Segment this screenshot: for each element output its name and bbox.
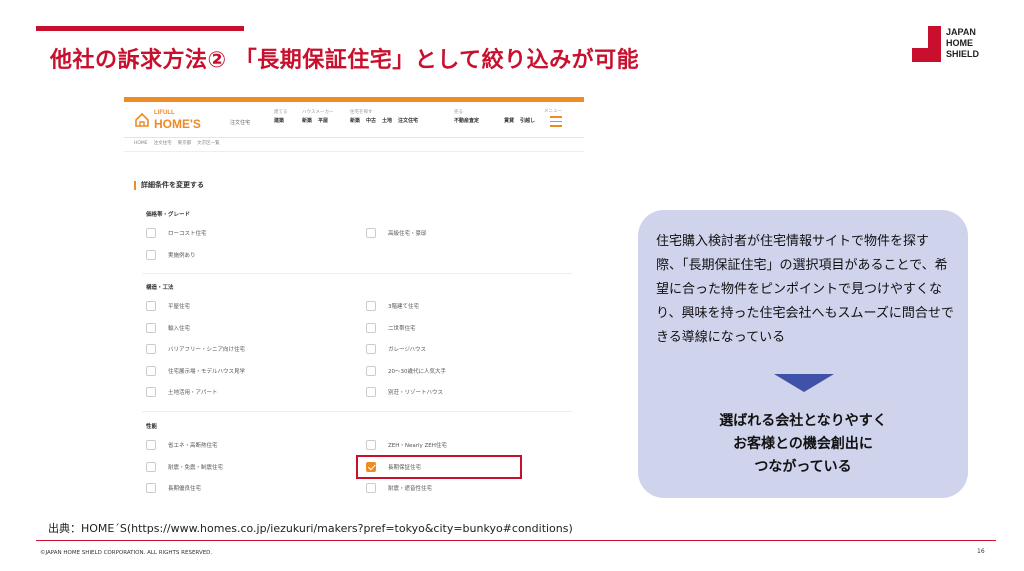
checkbox-icon[interactable] (366, 387, 376, 397)
nav-link[interactable]: 新築 (350, 118, 360, 124)
group-divider (142, 410, 572, 412)
checkbox-icon[interactable] (146, 440, 156, 450)
filter-option-label: 平屋住宅 (168, 304, 191, 310)
breadcrumb-item[interactable]: 注文住宅 (154, 141, 172, 146)
japan-home-shield-logo: JAPAN HOME SHIELD (912, 26, 996, 66)
checkbox-icon[interactable] (146, 249, 156, 260)
brand-tag: 注文住宅 (230, 120, 251, 126)
filter-option-label: 耐震・遮音性住宅 (388, 486, 433, 492)
nav-link[interactable]: 平屋 (318, 118, 328, 124)
checkbox-icon[interactable] (366, 440, 376, 450)
nav-group: 売る 不動産査定 (454, 109, 485, 124)
filter-option-label: 輸入住宅 (168, 325, 191, 332)
filter-option-label: 省エネ・高断熱住宅 (168, 443, 218, 449)
callout-text: 住宅購入検討者が住宅情報サイトで物件を探す際、「長期保証住宅」の選択項目があるこ… (656, 234, 954, 345)
filter-group-heading: 構造・工法 (146, 285, 174, 291)
nav-link[interactable]: 賃貸 (504, 118, 514, 124)
checkbox-icon[interactable] (366, 301, 376, 311)
checkbox-icon[interactable] (146, 365, 156, 376)
filter-group-heading: 価格帯・グレード (146, 212, 191, 218)
breadcrumb-item[interactable]: 東京都 (178, 141, 192, 146)
nav-group: 賃貸 引越し (504, 109, 541, 124)
checkbox-icon[interactable] (366, 228, 376, 238)
explanation-callout: 住宅購入検討者が住宅情報サイトで物件を探す際、「長期保証住宅」の選択項目があるこ… (638, 210, 968, 498)
breadcrumb-divider (124, 151, 584, 152)
filter-option-label: 長期優良住宅 (168, 486, 202, 492)
nav-caption: 住宅を探す (350, 110, 373, 115)
filter-option-label: 二世帯住宅 (388, 325, 416, 332)
nav-link[interactable]: 新築 (302, 118, 312, 124)
checkbox-icon[interactable] (366, 344, 376, 354)
nav-link[interactable]: 土地 (382, 118, 392, 124)
nav-link[interactable]: 建築 (274, 118, 284, 124)
checkbox-icon[interactable] (146, 301, 156, 311)
filter-option-label: 20～30歳代に人気大手 (388, 368, 446, 375)
footer-divider (36, 540, 996, 541)
nav-link[interactable]: 注文住宅 (398, 118, 418, 124)
logo-text: JAPAN HOME SHIELD (946, 27, 979, 60)
hamburger-menu-icon[interactable] (550, 116, 562, 128)
breadcrumb-item[interactable]: 文京区一覧 (197, 141, 220, 146)
callout-result: 選ばれる会社となりやすく お客様との機会創出に つながっている (638, 410, 968, 479)
checkbox-icon[interactable] (146, 228, 156, 238)
long-term-warranty-highlight (356, 455, 522, 479)
brand-small: LIFULL (154, 110, 175, 116)
logo-line-1: JAPAN (946, 27, 976, 37)
result-line-3: つながっている (754, 459, 852, 475)
nav-group: 住宅を探す新築 中古 土地 注文住宅 (350, 109, 424, 124)
source-citation: 出典：HOME´S(https://www.homes.co.jp/iezuku… (48, 522, 573, 535)
filter-option-label: 耐震・免震・制震住宅 (168, 464, 224, 471)
brand-big: HOME'S (154, 117, 201, 131)
breadcrumb: HOME 注文住宅 東京都 文京区一覧 (134, 140, 226, 146)
nav-caption: 売る (454, 110, 463, 115)
filter-option-label: 3階建て住宅 (388, 304, 419, 310)
filter-option-label: 土地活用・アパート (168, 390, 218, 396)
logo-line-2: HOME (946, 38, 973, 48)
logo-mark-icon (912, 26, 942, 62)
nav-group: 建てる 建築 (274, 109, 290, 124)
slide-title: 他社の訴求方法② 「長期保証住宅」として絞り込みが可能 (50, 48, 640, 73)
nav-link[interactable]: 引越し (520, 118, 535, 124)
checkbox-icon[interactable] (146, 322, 156, 333)
page-number: 16 (977, 548, 985, 555)
filter-option-label: ガレージハウス (388, 347, 427, 353)
nav-link[interactable]: 不動産査定 (454, 118, 479, 124)
site-header: LIFULL HOME'S 注文住宅 建てる 建築 ハウスメーカー 新築 平屋 住宅を探す… (124, 102, 584, 138)
nav-link[interactable]: 中古 (366, 118, 376, 124)
filter-option-label: ローコスト住宅 (168, 231, 207, 237)
filter-option-label: 実施例あり (168, 252, 196, 259)
checkbox-icon[interactable] (366, 483, 376, 493)
checkbox-icon[interactable] (366, 365, 376, 376)
filter-option-label: バリアフリー・シニア向け住宅 (168, 347, 246, 353)
title-accent-bar (36, 26, 244, 31)
breadcrumb-item[interactable]: HOME (134, 141, 148, 146)
result-line-1: 選ばれる会社となりやすく (719, 413, 887, 429)
checkbox-icon[interactable] (146, 483, 156, 493)
house-icon (135, 112, 149, 127)
logo-line-3: SHIELD (946, 49, 980, 59)
filter-option-label: ZEH・Nearly ZEH住宅 (388, 443, 447, 449)
checkbox-icon[interactable] (366, 322, 376, 333)
filter-group-heading: 性能 (146, 424, 158, 430)
filter-option-label: 別荘・リゾートハウス (388, 390, 444, 396)
down-arrow-icon (774, 374, 834, 392)
filter-option-label: 高級住宅・豪邸 (388, 231, 427, 237)
copyright: ©JAPAN HOME SHIELD CORPORATION. ALL RIGH… (40, 550, 213, 556)
nav-group: ハウスメーカー 新築 平屋 (302, 109, 334, 124)
menu-caption: メニュー (544, 109, 562, 114)
group-divider (142, 273, 572, 274)
nav-caption: ハウスメーカー (302, 110, 334, 115)
checkbox-icon[interactable] (146, 461, 156, 472)
homes-site-screenshot: LIFULL HOME'S 注文住宅 建てる 建築 ハウスメーカー 新築 平屋 住宅を探す… (124, 97, 584, 507)
checkbox-icon[interactable] (146, 387, 156, 397)
filter-option-label: 住宅展示場・モデルハウス見学 (168, 368, 246, 375)
nav-caption (504, 109, 541, 117)
nav-caption: 建てる (274, 110, 288, 115)
checkbox-icon[interactable] (146, 344, 156, 354)
result-line-2: お客様との機会創出に (733, 436, 873, 452)
section-title: 詳細条件を変更する (134, 181, 204, 190)
